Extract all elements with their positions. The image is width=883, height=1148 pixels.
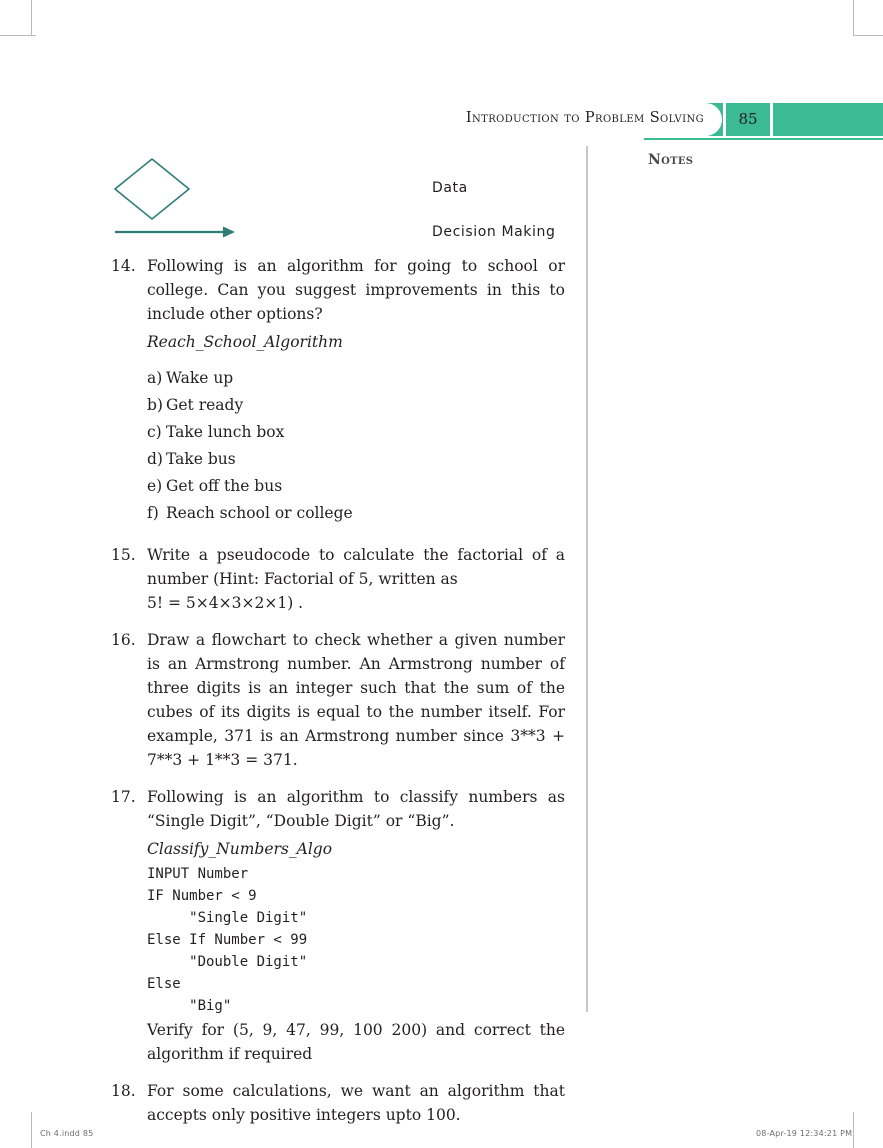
algorithm-steps: a) Wake up b) Get ready c) Take lunch bo…	[147, 365, 565, 527]
question-number: 15.	[111, 546, 136, 564]
list-item: a) Wake up	[147, 365, 565, 392]
question-text: Write a pseudocode to calculate the fact…	[147, 546, 565, 588]
header-green-underline	[644, 138, 883, 140]
verify-instruction: Verify for (5, 9, 47, 99, 100 200) and c…	[147, 1021, 565, 1063]
question-number: 18.	[111, 1082, 136, 1100]
algorithm-name: Reach_School_Algorithm	[147, 333, 343, 351]
crop-mark-bottom-left-vertical	[31, 1112, 32, 1148]
question-item-18: 18. For some calculations, we want an al…	[110, 1079, 565, 1127]
crop-mark-top-right-horizontal	[853, 35, 883, 36]
list-item-label: Reach school or college	[166, 504, 353, 522]
list-item-label: Wake up	[166, 369, 234, 387]
question-item-17: 17. Following is an algorithm to classif…	[110, 785, 565, 1066]
list-item-label: Take lunch box	[166, 423, 285, 441]
list-item-marker: c)	[147, 423, 162, 441]
question-number: 14.	[111, 257, 136, 275]
question-number: 17.	[111, 788, 136, 806]
crop-mark-top-right-vertical	[853, 0, 854, 36]
crop-mark-bottom-right-vertical	[853, 1112, 854, 1148]
list-item: c) Take lunch box	[147, 419, 565, 446]
question-body: Following is an algorithm to classify nu…	[147, 785, 565, 1066]
footer-file-label: Ch 4.indd 85	[40, 1129, 94, 1138]
question-text: Following is an algorithm to classify nu…	[147, 788, 565, 830]
question-body: Following is an algorithm for going to s…	[147, 254, 565, 527]
question-body: For some calculations, we want an algori…	[147, 1079, 565, 1127]
list-item-label: Get ready	[166, 396, 244, 414]
footer-timestamp: 08-Apr-19 12:34:21 PM	[756, 1129, 853, 1138]
question-list: 14. Following is an algorithm for going …	[110, 254, 565, 1140]
running-header-title: Introduction to Problem Solving	[465, 110, 704, 126]
question-item-16: 16. Draw a flowchart to check whether a …	[110, 628, 565, 772]
factorial-formula: 5! = 5×4×3×2×1) .	[147, 594, 304, 612]
question-number: 16.	[111, 631, 136, 649]
page-number: 85	[726, 106, 770, 133]
list-item-marker: e)	[147, 477, 163, 495]
diamond-icon	[112, 156, 192, 222]
question-item-15: 15. Write a pseudocode to calculate the …	[110, 543, 565, 615]
algorithm-name: Classify_Numbers_Algo	[147, 840, 333, 858]
list-item-marker: b)	[147, 396, 163, 414]
question-body: Write a pseudocode to calculate the fact…	[147, 543, 565, 615]
list-item: e) Get off the bus	[147, 473, 565, 500]
flow-arrow-icon	[115, 224, 235, 240]
crop-mark-top-left-vertical	[31, 0, 32, 36]
pseudocode-block: INPUT Number IF Number < 9 "Single Digit…	[147, 866, 308, 1014]
column-divider	[586, 146, 588, 1012]
list-item: d) Take bus	[147, 446, 565, 473]
notes-heading: Notes	[648, 152, 694, 168]
list-item-marker: a)	[147, 369, 163, 387]
list-item-marker: d)	[147, 450, 163, 468]
question-text: Following is an algorithm for going to s…	[147, 257, 565, 323]
list-item-label: Get off the bus	[166, 477, 283, 495]
question-text: Draw a flowchart to check whether a give…	[147, 631, 565, 769]
question-body: Draw a flowchart to check whether a give…	[147, 628, 565, 772]
legend-label-data: Data	[432, 180, 468, 196]
legend-label-decision: Decision Making	[432, 224, 556, 240]
header-divider-right	[770, 103, 773, 136]
list-item: f) Reach school or college	[147, 500, 565, 527]
list-item-marker: f)	[147, 504, 159, 522]
question-text: For some calculations, we want an algori…	[147, 1082, 565, 1124]
crop-mark-top-left-horizontal	[0, 35, 36, 36]
list-item: b) Get ready	[147, 392, 565, 419]
question-item-14: 14. Following is an algorithm for going …	[110, 254, 565, 527]
list-item-label: Take bus	[166, 450, 236, 468]
